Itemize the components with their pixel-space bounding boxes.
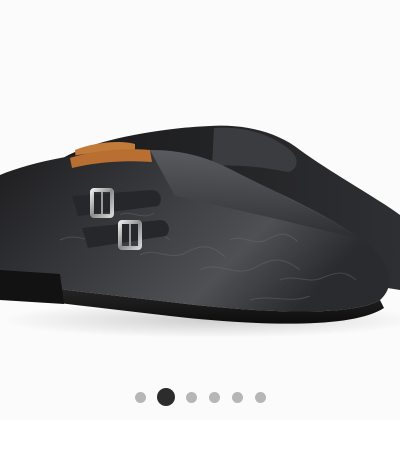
carousel-dot-4[interactable]	[208, 391, 220, 403]
carousel-dot-2-active[interactable]	[156, 388, 175, 406]
bottom-strip	[0, 420, 400, 450]
carousel-dot-1[interactable]	[134, 391, 146, 403]
carousel-dot-5[interactable]	[231, 391, 243, 403]
carousel-pagination[interactable]	[0, 387, 400, 407]
carousel-dot-3[interactable]	[185, 391, 197, 403]
carousel-dot-6[interactable]	[254, 391, 266, 403]
product-gallery[interactable]	[0, 0, 400, 420]
product-page	[0, 0, 400, 450]
double-monk-strap-shoe-image	[0, 125, 400, 338]
